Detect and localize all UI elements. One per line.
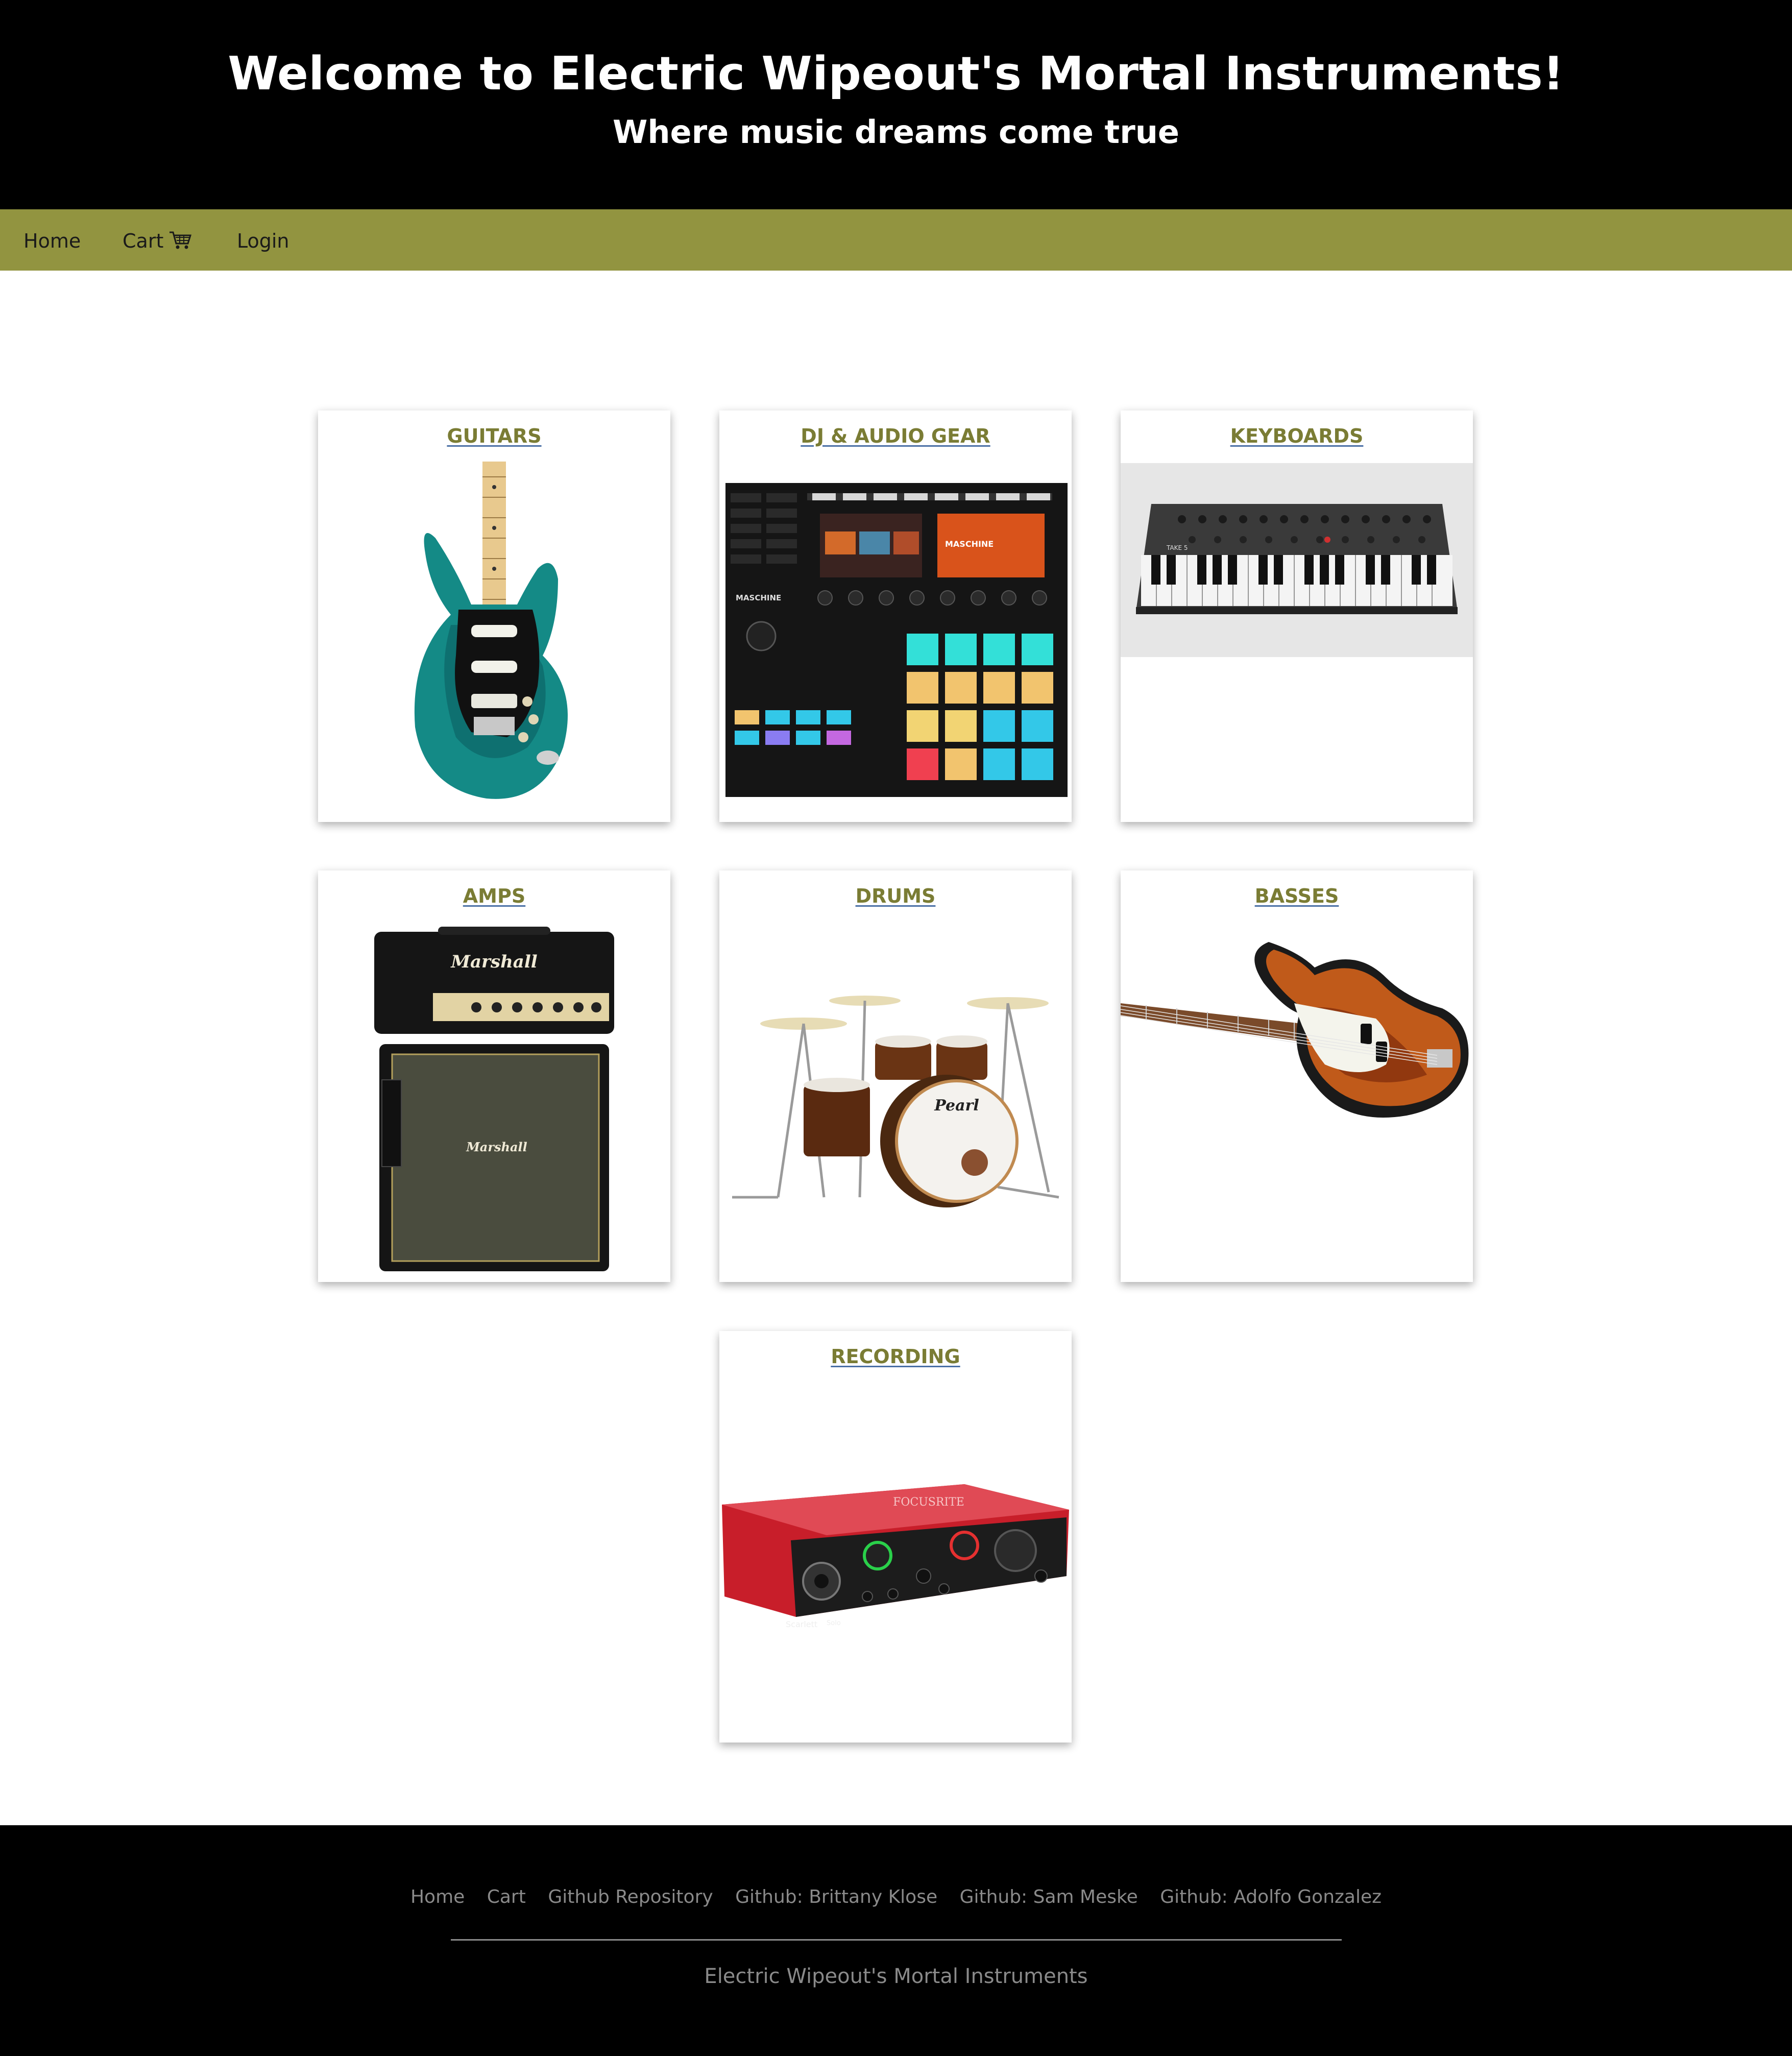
footer-link-github-repo[interactable]: Github Repository — [548, 1886, 713, 1907]
category-link-guitars[interactable]: GUITARS — [318, 425, 670, 447]
site-subtitle: Where music dreams come true — [613, 113, 1179, 151]
site-header: Welcome to Electric Wipeout's Mortal Ins… — [0, 0, 1792, 209]
category-card-keyboards[interactable]: KEYBOARDS TAKE 5 — [1121, 410, 1473, 822]
electric-guitar-image — [414, 462, 568, 799]
interface-model-num-text: Solo — [827, 1619, 841, 1627]
category-card-dj-audio-gear[interactable]: DJ & AUDIO GEAR MASCHINE MASCHINE — [719, 410, 1072, 822]
bass-guitar-image — [1121, 942, 1469, 1118]
nav-home-link[interactable]: Home — [23, 230, 81, 252]
site-footer: Home Cart Github Repository Github: Brit… — [0, 1825, 1792, 2056]
site-title: Welcome to Electric Wipeout's Mortal Ins… — [228, 47, 1564, 101]
amp-head-logo: Marshall — [450, 952, 537, 972]
maschine-screen-label: MASCHINE — [945, 539, 994, 549]
nav-login-link[interactable]: Login — [237, 230, 289, 252]
footer-link-github-adolfo[interactable]: Github: Adolfo Gonzalez — [1160, 1886, 1382, 1907]
category-link-amps[interactable]: AMPS — [318, 885, 670, 907]
footer-link-home[interactable]: Home — [410, 1886, 465, 1907]
footer-divider — [451, 1939, 1342, 1941]
interface-model-text: Scarlett — [786, 1619, 817, 1629]
category-link-drums[interactable]: DRUMS — [719, 885, 1072, 907]
interface-brand-text: FOCUSRITE — [893, 1496, 964, 1509]
category-card-amps[interactable]: AMPS Marshall Marshall — [318, 870, 670, 1282]
category-link-keyboards[interactable]: KEYBOARDS — [1121, 425, 1473, 447]
footer-links: Home Cart Github Repository Github: Brit… — [0, 1886, 1792, 1907]
pearl-drum-kit-image: Pearl — [732, 996, 1059, 1207]
category-link-recording[interactable]: RECORDING — [719, 1345, 1072, 1368]
maschine-controller-image: MASCHINE MASCHINE — [725, 483, 1068, 797]
nav-bar: Home Cart Login — [0, 209, 1792, 271]
category-link-basses[interactable]: BASSES — [1121, 885, 1473, 907]
marshall-amp-stack-image: Marshall Marshall — [374, 927, 614, 1271]
footer-copyright: Electric Wipeout's Mortal Instruments — [704, 1965, 1088, 1988]
synthesizer-image: TAKE 5 — [1121, 463, 1473, 657]
footer-link-cart[interactable]: Cart — [487, 1886, 526, 1907]
maschine-logo-text: MASCHINE — [736, 593, 781, 602]
nav-home-label: Home — [23, 230, 81, 252]
footer-link-github-brittany[interactable]: Github: Brittany Klose — [735, 1886, 937, 1907]
category-link-dj-audio-gear[interactable]: DJ & AUDIO GEAR — [719, 425, 1072, 447]
category-card-drums[interactable]: DRUMS Pearl — [719, 870, 1072, 1282]
category-card-basses[interactable]: BASSES — [1121, 870, 1473, 1282]
cart-icon — [169, 231, 192, 249]
footer-link-github-sam[interactable]: Github: Sam Meske — [960, 1886, 1138, 1907]
nav-login-label: Login — [237, 230, 289, 252]
synth-brand-text: TAKE 5 — [1166, 544, 1188, 551]
audio-interface-image: FOCUSRITE Scarlett Solo — [722, 1484, 1069, 1629]
amp-cab-logo: Marshall — [466, 1140, 527, 1154]
category-card-guitars[interactable]: GUITARS — [318, 410, 670, 822]
category-card-recording[interactable]: RECORDING FOCUSRITE Scarlett Solo — [719, 1331, 1072, 1743]
drum-brand-logo: Pearl — [934, 1097, 979, 1115]
nav-cart-label: Cart — [123, 230, 164, 252]
nav-cart-link[interactable]: Cart — [123, 230, 192, 252]
